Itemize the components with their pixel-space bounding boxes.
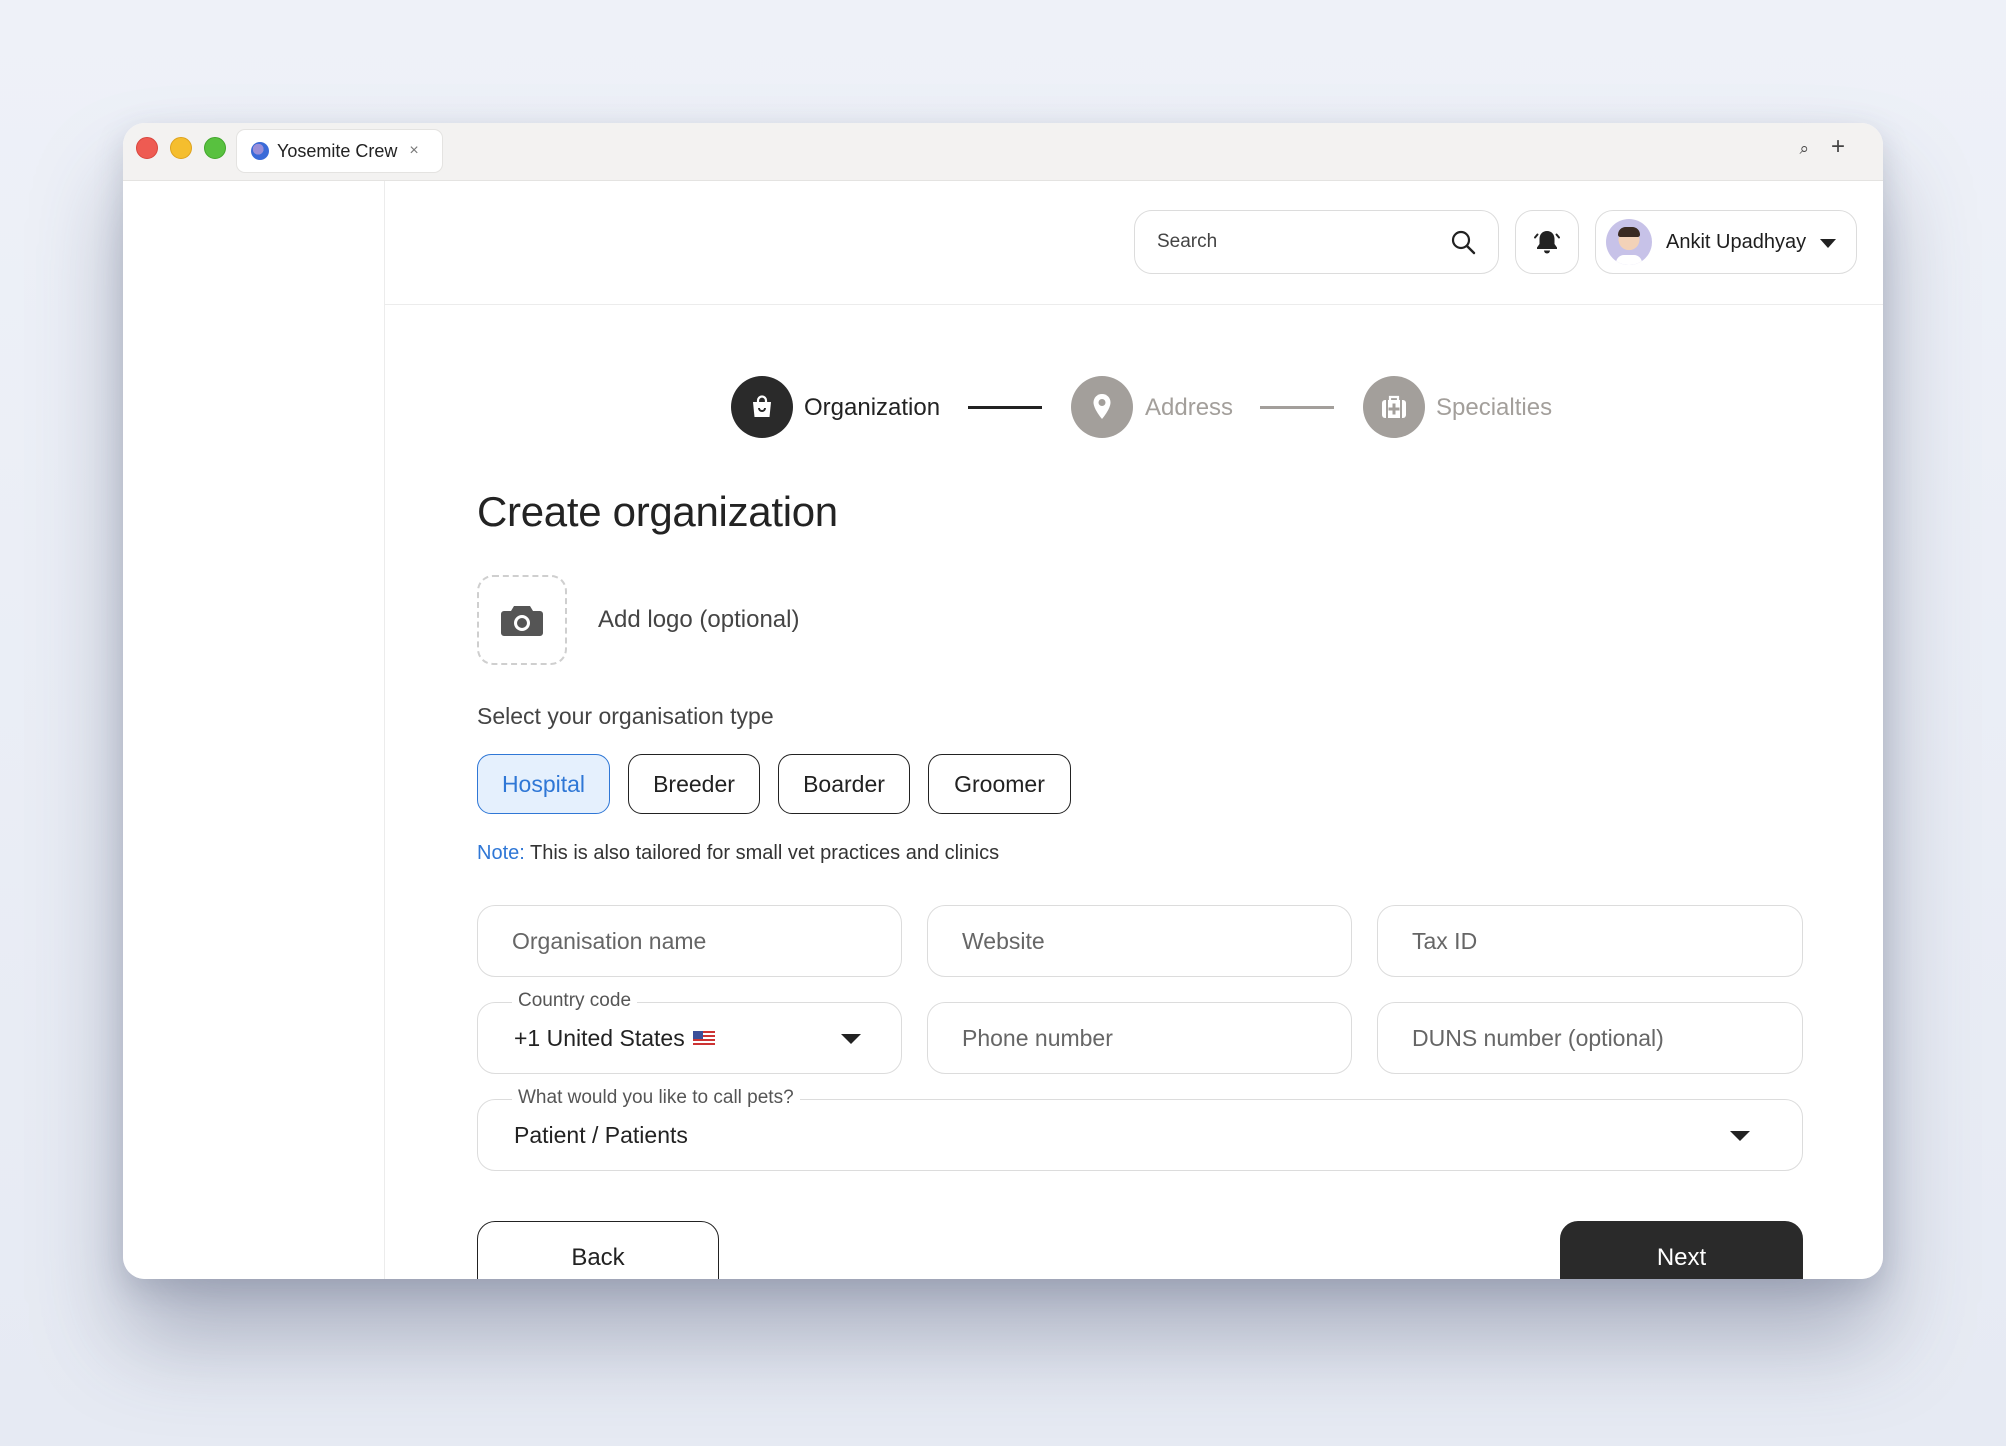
step-address-icon-wrap[interactable] <box>1071 376 1133 438</box>
type-chip-hospital[interactable]: Hospital <box>477 754 610 814</box>
duns-input[interactable] <box>1412 1024 1744 1052</box>
step-organization-label[interactable]: Organization <box>804 394 940 422</box>
step-organization-icon-wrap[interactable] <box>731 376 793 438</box>
chevron-down-icon <box>841 1034 861 1044</box>
maximize-window-button[interactable] <box>204 137 226 159</box>
favicon-icon <box>251 142 269 160</box>
step-address-label[interactable]: Address <box>1145 394 1233 422</box>
organisation-type-chips: Hospital Breeder Boarder Groomer <box>477 754 1071 814</box>
user-menu[interactable]: Ankit Upadhyay <box>1595 210 1857 274</box>
notifications-button[interactable] <box>1515 210 1579 274</box>
country-code-label: Country code <box>512 990 638 1012</box>
tab-title: Yosemite Crew <box>277 140 398 161</box>
close-window-button[interactable] <box>136 137 158 159</box>
bell-icon <box>1534 231 1560 254</box>
add-logo-label[interactable]: Add logo (optional) <box>598 606 799 634</box>
phone-input[interactable] <box>962 1024 1293 1052</box>
search-input[interactable] <box>1157 231 1437 253</box>
us-flag-icon <box>692 1031 715 1045</box>
pets-name-label: What would you like to call pets? <box>512 1087 800 1109</box>
tab-close-icon[interactable]: × <box>409 142 418 160</box>
phone-field <box>927 1002 1352 1074</box>
camera-icon <box>501 606 543 636</box>
add-logo-button[interactable] <box>477 575 567 665</box>
search-icon[interactable] <box>1450 229 1476 255</box>
country-code-value: +1 United States <box>514 1024 685 1051</box>
chevron-down-icon <box>1730 1131 1750 1141</box>
website-field <box>927 905 1352 977</box>
organisation-name-field <box>477 905 902 977</box>
chevron-down-icon <box>1820 239 1836 248</box>
organisation-name-input[interactable] <box>512 927 843 955</box>
avatar <box>1606 219 1652 265</box>
shopping-bag-icon <box>753 395 771 417</box>
country-code-select[interactable]: Country code +1 United States <box>477 990 902 1074</box>
next-button[interactable]: Next <box>1560 1221 1803 1279</box>
type-chip-groomer[interactable]: Groomer <box>928 754 1071 814</box>
browser-tab[interactable]: Yosemite Crew × <box>236 129 443 173</box>
tax-id-field <box>1377 905 1803 977</box>
type-chip-boarder[interactable]: Boarder <box>778 754 910 814</box>
pets-name-value: Patient / Patients <box>514 1121 688 1148</box>
note: Note: This is also tailored for small ve… <box>477 842 999 865</box>
organisation-type-label: Select your organisation type <box>477 703 774 729</box>
medical-kit-icon <box>1382 395 1406 418</box>
map-pin-icon <box>1093 394 1111 419</box>
step-connector <box>1260 406 1334 409</box>
step-specialties-icon-wrap[interactable] <box>1363 376 1425 438</box>
user-name: Ankit Upadhyay <box>1666 230 1807 253</box>
new-tab-icon[interactable]: + <box>1831 133 1845 161</box>
step-specialties-label[interactable]: Specialties <box>1436 394 1552 422</box>
tax-id-input[interactable] <box>1412 927 1744 955</box>
title-bar: Yosemite Crew × ⌕ + <box>123 123 1883 181</box>
website-input[interactable] <box>962 927 1293 955</box>
search-box <box>1134 210 1499 274</box>
back-button[interactable]: Back <box>477 1221 719 1279</box>
minimize-window-button[interactable] <box>170 137 192 159</box>
duns-field <box>1377 1002 1803 1074</box>
sidebar <box>123 181 385 1279</box>
note-text: This is also tailored for small vet prac… <box>524 842 1000 864</box>
type-chip-breeder[interactable]: Breeder <box>628 754 760 814</box>
page-title: Create organization <box>477 488 838 535</box>
pets-name-select[interactable]: What would you like to call pets? Patien… <box>477 1087 1803 1171</box>
tab-search-icon[interactable]: ⌕ <box>1799 139 1809 159</box>
note-label: Note: <box>477 842 525 864</box>
step-connector <box>968 406 1042 409</box>
top-bar: Ankit Upadhyay <box>385 181 1883 305</box>
